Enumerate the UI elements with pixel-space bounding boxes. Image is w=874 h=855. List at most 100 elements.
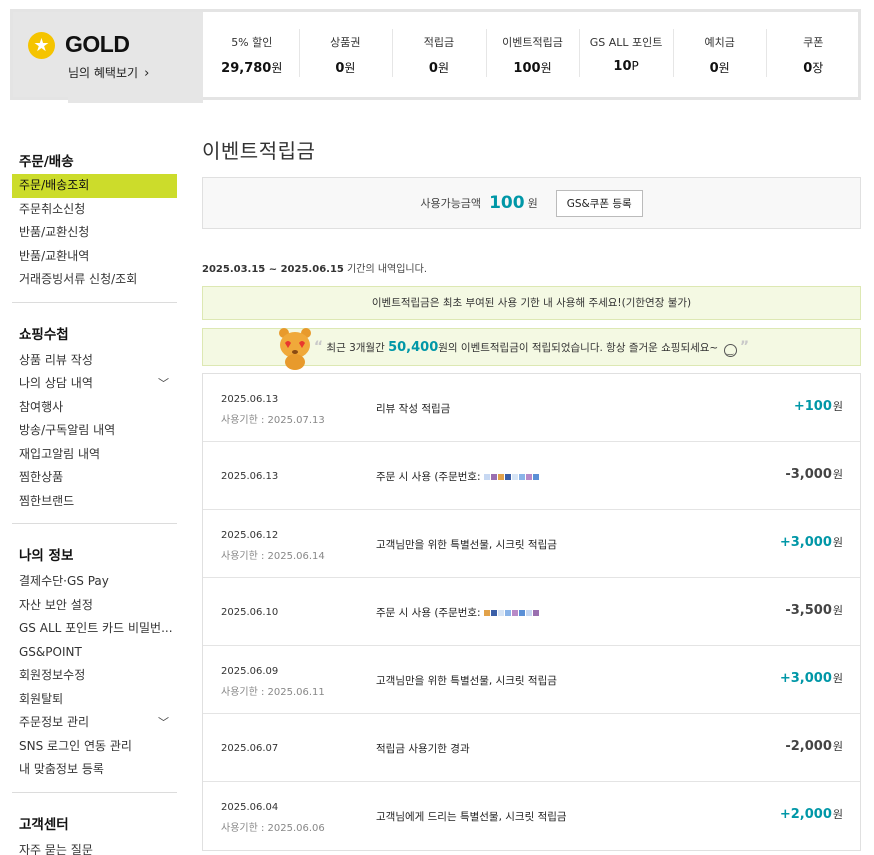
stat-3[interactable]: 이벤트적립금 100원 <box>485 12 580 97</box>
sidebar-item[interactable]: 찜한상품 <box>12 466 177 490</box>
grade-name: GOLD <box>65 31 130 57</box>
accrual-notice: “ 최근 3개월간 50,400원의 이벤트적립금이 적립되었습니다. 항상 즐… <box>202 328 861 370</box>
stat-value: 0원 <box>709 61 730 76</box>
menu-group-title: 고객센터 <box>19 816 69 833</box>
transaction-desc: 고객님에게 드리는 특별선물, 시크릿 적립금 <box>376 811 567 823</box>
sidebar-item[interactable]: 참여행사 <box>12 396 177 420</box>
stat-2[interactable]: 적립금 0원 <box>392 12 486 97</box>
period-text: 2025.03.15 ~ 2025.06.15 기간의 내역입니다. <box>202 264 428 275</box>
available-label: 사용가능금액 <box>420 197 482 210</box>
transaction-amount: -2,000원 <box>785 739 843 754</box>
benefit-stats: 5% 할인 29,780원 상품권 0원 적립금 0원 이벤트적립금 100원 GS ALL 포… <box>205 12 860 97</box>
sidebar-item[interactable]: 재입고알림 내역 <box>12 443 177 467</box>
transaction-expire: 사용기한 : 2025.06.06 <box>221 823 325 834</box>
transaction-amount: +2,000원 <box>779 807 843 822</box>
menu-group-title: 쇼핑수첩 <box>19 326 69 343</box>
sidebar-item[interactable]: 반품/교환내역 <box>12 245 177 269</box>
open-quote-icon: “ <box>313 339 324 355</box>
transaction-row: 2025.06.13 사용기한 : 2025.07.13 리뷰 작성 적립금 +100… <box>203 374 860 442</box>
main-content: 이벤트적립금 사용가능금액 100 원 GS&쿠폰 등록 2025.03.15 … <box>202 130 861 851</box>
sidebar-item[interactable]: 반품/교환신청 <box>12 221 177 245</box>
sidebar-item[interactable]: 주문/배송조회 <box>12 174 177 198</box>
menu-group: 나의 정보 결제수단·GS Pay 자산 보안 설정 GS ALL 포인트 카드 비밀… <box>12 534 177 793</box>
transaction-row: 2025.06.10 주문 시 사용 (주문번호: -3,500원 <box>203 578 860 646</box>
stat-label: GS ALL 포인트 <box>589 36 663 49</box>
stat-label: 예치금 <box>704 36 735 49</box>
grade-summary: ★ GOLD 님의 혜택보기 › <box>13 12 203 103</box>
transaction-desc: 주문 시 사용 (주문번호: <box>376 605 540 620</box>
available-amount: 100 <box>489 193 525 213</box>
benefit-link[interactable]: 님의 혜택보기 › <box>68 64 149 81</box>
stat-value: 10P <box>613 59 639 74</box>
stat-value: 29,780원 <box>221 61 283 76</box>
sidebar-item[interactable]: GS&POINT <box>12 641 177 665</box>
stat-4[interactable]: GS ALL 포인트 10P <box>579 12 673 97</box>
stat-6[interactable]: 쿠폰 0장 <box>766 12 860 97</box>
smile-icon: ‿ <box>723 344 737 357</box>
stat-0[interactable]: 5% 할인 29,780원 <box>205 12 299 97</box>
mypage-sidebar: 주문/배송주문/배송조회 주문취소신청 반품/교환신청 반품/교환내역 거래증빙서류 신… <box>12 140 177 855</box>
transaction-date: 2025.06.04 <box>221 802 279 813</box>
stat-5[interactable]: 예치금 0원 <box>672 12 767 97</box>
sidebar-item[interactable]: SNS 로그인 연동 관리 <box>12 735 177 759</box>
sidebar-item[interactable]: 주문정보 관리 ﹀ <box>12 711 177 735</box>
stat-label: 상품권 <box>330 36 361 49</box>
transaction-date: 2025.06.13 <box>221 471 279 482</box>
stat-value: 0원 <box>428 61 449 76</box>
transaction-row: 2025.06.04 사용기한 : 2025.06.06 고객님에게 드리는 특별선… <box>203 782 860 850</box>
transaction-date: 2025.06.12 <box>221 530 279 541</box>
transaction-expire: 사용기한 : 2025.07.13 <box>221 415 325 426</box>
transaction-expire: 사용기한 : 2025.06.11 <box>221 687 325 698</box>
transaction-desc: 고객님만을 위한 특별선물, 시크릿 적립금 <box>376 675 557 687</box>
menu-group: 고객센터자주 묻는 질문 <box>12 803 177 855</box>
sidebar-item[interactable]: 자주 묻는 질문 <box>12 839 177 855</box>
chevron-down-icon[interactable]: ﹀ <box>158 711 169 735</box>
transaction-desc: 리뷰 작성 적립금 <box>376 403 451 415</box>
sidebar-item[interactable]: 상품 리뷰 작성 <box>12 349 177 373</box>
mascot-icon <box>279 328 311 370</box>
sidebar-item[interactable]: 방송/구독알림 내역 <box>12 419 177 443</box>
stat-value: 0원 <box>335 61 356 76</box>
menu-group-title: 주문/배송 <box>19 154 74 170</box>
sidebar-item[interactable]: 찜한브랜드 <box>12 490 177 514</box>
chevron-right-icon: › <box>144 66 150 81</box>
transaction-date: 2025.06.09 <box>221 666 279 677</box>
expiry-notice: 이벤트적립금은 최초 부여된 사용 기한 내 사용해 주세요!(기한연장 불가) <box>202 286 861 320</box>
available-amount-box: 사용가능금액 100 원 GS&쿠폰 등록 <box>202 177 861 229</box>
sidebar-item[interactable]: GS ALL 포인트 카드 비밀번... <box>12 617 177 641</box>
sidebar-item[interactable]: 결제수단·GS Pay <box>12 570 177 594</box>
chevron-down-icon[interactable]: ﹀ <box>158 372 169 396</box>
sidebar-item[interactable]: 회원탈퇴 <box>12 688 177 712</box>
sidebar-item[interactable]: 거래증빙서류 신청/조회 <box>12 268 177 292</box>
transaction-date: 2025.06.07 <box>221 743 279 754</box>
stat-label: 쿠폰 <box>803 36 824 49</box>
star-icon: ★ <box>28 32 55 59</box>
sidebar-item[interactable]: 주문취소신청 <box>12 198 177 222</box>
transaction-desc: 적립금 사용기한 경과 <box>376 743 470 755</box>
gs-coupon-register-button[interactable]: GS&쿠폰 등록 <box>555 189 643 217</box>
transaction-date: 2025.06.10 <box>221 607 279 618</box>
stat-label: 5% 할인 <box>231 36 273 49</box>
stat-label: 적립금 <box>423 36 455 49</box>
sidebar-item[interactable]: 내 맞춤정보 등록 <box>12 758 177 782</box>
transaction-amount: -3,000원 <box>785 467 843 482</box>
transaction-row: 2025.06.13 주문 시 사용 (주문번호: -3,000원 <box>203 442 860 510</box>
available-unit: 원 <box>527 197 538 210</box>
menu-group: 쇼핑수첩상품 리뷰 작성 나의 상담 내역 ﹀ 참여행사 방송/구독알림 내역 재입고알림… <box>12 313 177 524</box>
stat-value: 0장 <box>803 61 824 76</box>
transaction-row: 2025.06.09 사용기한 : 2025.06.11 고객님만을 위한 특별선물… <box>203 646 860 714</box>
transaction-row: 2025.06.07 적립금 사용기한 경과 -2,000원 <box>203 714 860 782</box>
stat-value: 100원 <box>513 61 552 76</box>
sidebar-item[interactable]: 회원정보수정 <box>12 664 177 688</box>
transaction-amount: +3,000원 <box>779 535 843 550</box>
sidebar-item[interactable]: 자산 보안 설정 <box>12 594 177 618</box>
stat-1[interactable]: 상품권 0원 <box>298 12 393 97</box>
transaction-desc: 주문 시 사용 (주문번호: <box>376 469 540 484</box>
close-quote-icon: ” <box>739 339 750 355</box>
membership-grade-panel: ★ GOLD 님의 혜택보기 › 5% 할인 29,780원 상품권 0원 적립금 0원 이벤… <box>10 9 861 103</box>
page-title: 이벤트적립금 <box>202 139 316 163</box>
transaction-amount: +3,000원 <box>779 671 843 686</box>
sidebar-item[interactable]: 나의 상담 내역 ﹀ <box>12 372 177 396</box>
transaction-desc: 고객님만을 위한 특별선물, 시크릿 적립금 <box>376 539 557 551</box>
transaction-amount: -3,500원 <box>785 603 843 618</box>
